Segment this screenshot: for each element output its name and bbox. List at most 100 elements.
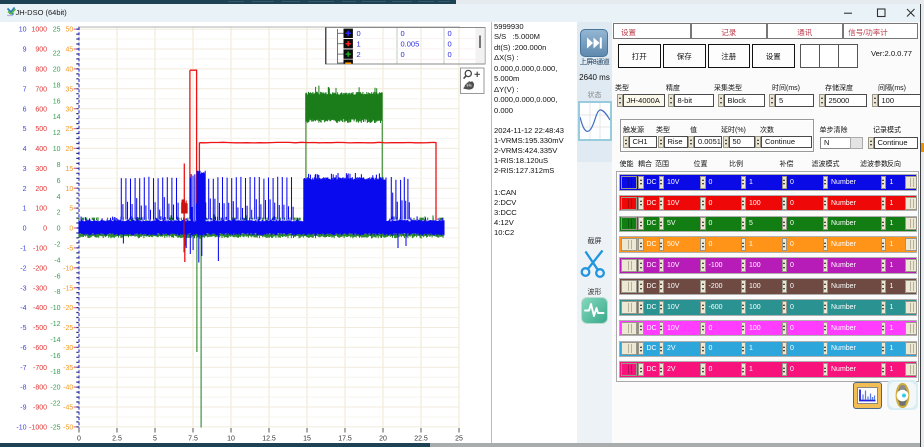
svg-text:20: 20 bbox=[66, 146, 74, 153]
svg-text:14: 14 bbox=[53, 114, 61, 121]
svg-text:5: 5 bbox=[23, 126, 27, 133]
svg-text:-5: -5 bbox=[20, 325, 26, 332]
svg-text:16: 16 bbox=[53, 98, 61, 105]
svg-text:0: 0 bbox=[448, 50, 452, 59]
svg-text:800: 800 bbox=[35, 67, 47, 74]
svg-text:40: 40 bbox=[66, 67, 74, 74]
svg-text:0: 0 bbox=[401, 50, 405, 59]
svg-text:700: 700 bbox=[35, 86, 47, 93]
svg-text:600: 600 bbox=[35, 106, 47, 113]
svg-text:-2: -2 bbox=[54, 242, 60, 249]
svg-text:0.005: 0.005 bbox=[401, 40, 420, 49]
svg-text:22.5: 22.5 bbox=[414, 436, 428, 443]
svg-text:20: 20 bbox=[379, 436, 387, 443]
svg-text:6: 6 bbox=[57, 178, 61, 185]
svg-text:-700: -700 bbox=[33, 365, 47, 372]
svg-text:-14: -14 bbox=[50, 337, 60, 344]
svg-text:-100: -100 bbox=[33, 246, 47, 253]
svg-text:-9: -9 bbox=[20, 405, 26, 412]
svg-text:2: 2 bbox=[23, 186, 27, 193]
svg-text:-20: -20 bbox=[50, 385, 60, 392]
svg-text:-2: -2 bbox=[20, 265, 26, 272]
svg-text:-20: -20 bbox=[63, 305, 73, 312]
svg-text:50: 50 bbox=[66, 27, 74, 34]
svg-text:-12: -12 bbox=[50, 321, 60, 328]
svg-text:2: 2 bbox=[357, 50, 361, 59]
svg-text:-4: -4 bbox=[20, 305, 26, 312]
svg-text:10: 10 bbox=[53, 146, 61, 153]
svg-text:7.5: 7.5 bbox=[188, 436, 198, 443]
svg-text:12: 12 bbox=[53, 130, 61, 137]
svg-text:1000: 1000 bbox=[31, 27, 47, 34]
svg-text:1: 1 bbox=[23, 206, 27, 213]
svg-text:-800: -800 bbox=[33, 385, 47, 392]
svg-text:0: 0 bbox=[43, 226, 47, 233]
svg-text:200: 200 bbox=[35, 186, 47, 193]
svg-text:2.5: 2.5 bbox=[112, 436, 122, 443]
svg-text:-4: -4 bbox=[54, 257, 60, 264]
svg-text:500: 500 bbox=[35, 126, 47, 133]
svg-text:25: 25 bbox=[455, 436, 463, 443]
svg-text:5: 5 bbox=[153, 436, 157, 443]
svg-text:-15: -15 bbox=[63, 285, 73, 292]
svg-text:0: 0 bbox=[357, 29, 361, 38]
svg-text:10: 10 bbox=[19, 27, 27, 34]
svg-text:2: 2 bbox=[57, 210, 61, 217]
svg-text:-900: -900 bbox=[33, 405, 47, 412]
svg-text:25: 25 bbox=[66, 126, 74, 133]
svg-text:1: 1 bbox=[357, 40, 361, 49]
svg-text:-3: -3 bbox=[20, 285, 26, 292]
svg-text:22: 22 bbox=[53, 51, 61, 58]
svg-text:9: 9 bbox=[23, 47, 27, 54]
svg-text:8: 8 bbox=[23, 67, 27, 74]
svg-text:15: 15 bbox=[303, 436, 311, 443]
svg-text:6: 6 bbox=[23, 106, 27, 113]
svg-text:0: 0 bbox=[401, 29, 405, 38]
svg-text:8: 8 bbox=[57, 162, 61, 169]
svg-text:0: 0 bbox=[448, 40, 452, 49]
svg-text:-6: -6 bbox=[54, 273, 60, 280]
svg-text:0: 0 bbox=[448, 29, 452, 38]
svg-text:-1: -1 bbox=[20, 246, 26, 253]
svg-text:-18: -18 bbox=[50, 369, 60, 376]
svg-text:25: 25 bbox=[53, 27, 61, 34]
svg-text:900: 900 bbox=[35, 47, 47, 54]
svg-text:-45: -45 bbox=[63, 405, 73, 412]
svg-text:-16: -16 bbox=[50, 353, 60, 360]
svg-text:5: 5 bbox=[69, 206, 73, 213]
svg-text:45: 45 bbox=[66, 47, 74, 54]
svg-text:100: 100 bbox=[35, 206, 47, 213]
svg-text:-10: -10 bbox=[50, 305, 60, 312]
svg-text:17.5: 17.5 bbox=[338, 436, 352, 443]
svg-text:300: 300 bbox=[35, 166, 47, 173]
svg-text:3: 3 bbox=[23, 166, 27, 173]
svg-text:7: 7 bbox=[23, 86, 27, 93]
svg-text:0: 0 bbox=[69, 226, 73, 233]
svg-text:-10: -10 bbox=[16, 425, 26, 432]
svg-text:-10: -10 bbox=[63, 265, 73, 272]
svg-text:-200: -200 bbox=[33, 265, 47, 272]
svg-text:0: 0 bbox=[77, 436, 81, 443]
svg-text:-22: -22 bbox=[50, 401, 60, 408]
svg-text:-40: -40 bbox=[63, 385, 73, 392]
svg-text:35: 35 bbox=[66, 86, 74, 93]
svg-text:20: 20 bbox=[53, 67, 61, 74]
svg-text:-8: -8 bbox=[54, 289, 60, 296]
svg-text:10: 10 bbox=[66, 186, 74, 193]
svg-text:400: 400 bbox=[35, 146, 47, 153]
svg-text:-400: -400 bbox=[33, 305, 47, 312]
svg-text:15: 15 bbox=[66, 166, 74, 173]
svg-text:10: 10 bbox=[227, 436, 235, 443]
svg-text:0: 0 bbox=[57, 226, 61, 233]
svg-text:-5: -5 bbox=[67, 246, 73, 253]
svg-text:-25: -25 bbox=[50, 425, 60, 432]
svg-text:-25: -25 bbox=[63, 325, 73, 332]
svg-text:0: 0 bbox=[23, 226, 27, 233]
svg-text:-600: -600 bbox=[33, 345, 47, 352]
svg-text:-8: -8 bbox=[20, 385, 26, 392]
svg-text:-500: -500 bbox=[33, 325, 47, 332]
svg-text:-7: -7 bbox=[20, 365, 26, 372]
svg-text:18: 18 bbox=[53, 82, 61, 89]
svg-text:30: 30 bbox=[66, 106, 74, 113]
svg-text:-300: -300 bbox=[33, 285, 47, 292]
